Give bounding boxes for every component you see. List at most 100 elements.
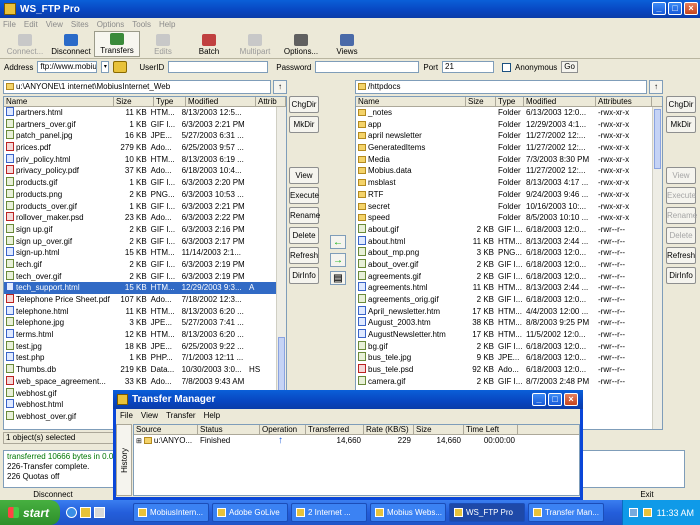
remote-refresh-button[interactable]: Refresh bbox=[666, 247, 696, 264]
remote-view-button[interactable]: View bbox=[666, 167, 696, 184]
local-file-row[interactable]: products_over.gif 1 KB GIF I... 6/3/2003 2:… bbox=[4, 200, 276, 213]
local-chgdir-button[interactable]: ChgDir bbox=[289, 96, 319, 113]
task-adobe-golive[interactable]: Adobe GoLive bbox=[212, 503, 288, 522]
task-ws-ftp-pro[interactable]: WS_FTP Pro bbox=[449, 503, 525, 522]
local-file-row[interactable]: patch_panel.jpg 16 KB JPE... 5/27/2003 6:31… bbox=[4, 130, 276, 142]
userid-input[interactable] bbox=[168, 61, 269, 73]
local-file-row[interactable]: test.php 1 KB PHP... 7/1/2003 12:11 ... bbox=[4, 352, 276, 364]
transfers-button[interactable]: Transfers bbox=[94, 31, 140, 57]
close-button[interactable]: × bbox=[684, 2, 698, 15]
remote-mkdir-button[interactable]: MkDir bbox=[666, 116, 696, 133]
remote-file-row[interactable]: Mobius.data Folder 11/27/2002 12:... -rwx-x… bbox=[356, 165, 652, 177]
dropdown-arrow-icon[interactable]: ▾ bbox=[101, 61, 110, 73]
remote-file-row[interactable]: GeneratedItems Folder 11/27/2002 12:... -rw… bbox=[356, 142, 652, 154]
remote-up-folder-icon[interactable]: ↑ bbox=[649, 80, 663, 94]
address-input[interactable]: ftp://www.mobiusi bbox=[37, 61, 98, 73]
transfer-manager-window[interactable]: Transfer Manager _ □ × File View Transfer H… bbox=[113, 390, 583, 500]
remote-header-attributes[interactable]: Attributes bbox=[596, 97, 652, 106]
local-header-name[interactable]: Name bbox=[4, 97, 114, 106]
expand-icon[interactable]: ⊞ bbox=[136, 438, 142, 445]
task-mobiusintern[interactable]: MobiusIntern... bbox=[133, 503, 209, 522]
local-dirinfo-button[interactable]: DirInfo bbox=[289, 267, 319, 284]
remote-file-row[interactable]: bg.gif 2 KB GIF I... 6/18/2003 12:0... -rwr-… bbox=[356, 340, 652, 353]
tm-header-size[interactable]: Size bbox=[414, 425, 464, 434]
exit-bottom-button[interactable]: Exit bbox=[597, 489, 697, 500]
remote-scroll-thumb[interactable] bbox=[654, 109, 661, 169]
port-input[interactable]: 21 bbox=[442, 61, 495, 73]
desktop-icon[interactable] bbox=[94, 507, 105, 518]
local-view-button[interactable]: View bbox=[289, 167, 319, 184]
local-file-row[interactable]: tech_over.gif 2 KB GIF I... 6/3/2003 2:19 P… bbox=[4, 270, 276, 283]
local-file-row[interactable]: sign up_over.gif 2 KB GIF I... 6/3/2003 2:1… bbox=[4, 235, 276, 248]
views-button[interactable]: Views bbox=[324, 31, 370, 57]
local-file-row[interactable]: tech_support.html 15 KB HTM... 12/29/2003 9… bbox=[4, 282, 276, 294]
remote-file-row[interactable]: _notes Folder 6/13/2003 12:0... -rwx-xr-x bbox=[356, 107, 652, 119]
task-transfer-man[interactable]: Transfer Man... bbox=[528, 503, 604, 522]
minimize-button[interactable]: _ bbox=[652, 2, 666, 15]
remote-file-row[interactable]: april newsletter Folder 11/27/2002 12:... -… bbox=[356, 130, 652, 142]
local-scroll-thumb[interactable] bbox=[278, 337, 285, 397]
edits-button[interactable]: Edits bbox=[140, 31, 186, 57]
remote-file-row[interactable]: agreements.gif 2 KB GIF I... 6/18/2003 12:0… bbox=[356, 270, 652, 283]
upload-arrow-icon[interactable]: → bbox=[330, 253, 346, 267]
menu-edit[interactable]: Edit bbox=[24, 20, 38, 29]
local-file-row[interactable]: sign-up.html 15 KB HTM... 11/14/2003 2:1... bbox=[4, 247, 276, 259]
local-file-row[interactable]: Telephone Price Sheet.pdf 107 KB Ado... 7/1… bbox=[4, 294, 276, 306]
remote-file-row[interactable]: bus_tele.jpg 9 KB JPE... 6/18/2003 12:0... -… bbox=[356, 352, 652, 364]
lock-icon[interactable] bbox=[113, 61, 128, 73]
download-arrow-icon[interactable]: ← bbox=[330, 235, 346, 249]
go-button[interactable]: Go bbox=[561, 61, 578, 73]
remote-file-row[interactable]: camera.gif 2 KB GIF I... 8/7/2003 2:48 PM -r… bbox=[356, 375, 652, 388]
local-header-modified[interactable]: Modified bbox=[186, 97, 256, 106]
remote-delete-button[interactable]: Delete bbox=[666, 227, 696, 244]
local-file-pane[interactable]: Name Size Type Modified Attrib partners.html… bbox=[3, 96, 287, 430]
remote-file-row[interactable]: msblast Folder 8/13/2003 4:17 ... -rwx-xr-x bbox=[356, 177, 652, 189]
remote-file-row[interactable]: agreements_orig.gif 2 KB GIF I... 6/18/2003… bbox=[356, 294, 652, 306]
tm-close-button[interactable]: × bbox=[564, 393, 578, 406]
menu-file[interactable]: File bbox=[3, 20, 16, 29]
menu-help[interactable]: Help bbox=[159, 20, 175, 29]
outlook-icon[interactable] bbox=[80, 507, 91, 518]
local-delete-button[interactable]: Delete bbox=[289, 227, 319, 244]
local-execute-button[interactable]: Execute bbox=[289, 187, 319, 204]
local-mkdir-button[interactable]: MkDir bbox=[289, 116, 319, 133]
local-refresh-button[interactable]: Refresh bbox=[289, 247, 319, 264]
start-button[interactable]: start bbox=[0, 500, 60, 525]
remote-header-size[interactable]: Size bbox=[466, 97, 496, 106]
options-button[interactable]: Options... bbox=[278, 31, 324, 57]
password-input[interactable] bbox=[315, 61, 420, 73]
local-file-row[interactable]: priv_policy.html 10 KB HTM... 8/13/2003 6:1… bbox=[4, 153, 276, 166]
transfer-list[interactable]: Source Status Operation Transferred Rate (KB… bbox=[133, 424, 580, 496]
tm-menu-file[interactable]: File bbox=[120, 411, 133, 420]
remote-file-row[interactable]: app Folder 12/29/2003 4:1... -rwx-xr-x bbox=[356, 119, 652, 131]
local-file-row[interactable]: telephone.jpg 3 KB JPE... 5/27/2003 7:41 ..… bbox=[4, 317, 276, 329]
menu-sites[interactable]: Sites bbox=[71, 20, 89, 29]
batch-button[interactable]: Batch bbox=[186, 31, 232, 57]
local-path-input[interactable]: u:\ANYONE\1 internet\MobiusInternet_Web bbox=[3, 80, 271, 94]
transfer-manager-title-bar[interactable]: Transfer Manager _ □ × bbox=[113, 390, 583, 409]
local-rename-button[interactable]: Rename bbox=[289, 207, 320, 224]
tm-header-status[interactable]: Status bbox=[198, 425, 260, 434]
remote-file-row[interactable]: agreements.html 11 KB HTM... 8/13/2003 2:44… bbox=[356, 282, 652, 294]
local-header-size[interactable]: Size bbox=[114, 97, 154, 106]
remote-file-row[interactable]: Media Folder 7/3/2003 8:30 PM -rwx-xr-x bbox=[356, 154, 652, 166]
remote-file-row[interactable]: bus_tele.psd 92 KB Ado... 6/18/2003 12:0...… bbox=[356, 364, 652, 376]
tm-maximize-button[interactable]: □ bbox=[548, 393, 562, 406]
local-file-row[interactable]: terms.html 12 KB HTM... 8/13/2003 6:20 ... bbox=[4, 329, 276, 341]
remote-path-input[interactable]: /httpdocs bbox=[355, 80, 647, 94]
multipart-button[interactable]: Multipart bbox=[232, 31, 278, 57]
local-file-row[interactable]: web_space_agreement... 33 KB Ado... 7/8/200… bbox=[4, 375, 276, 388]
remote-execute-button[interactable]: Execute bbox=[666, 187, 696, 204]
remote-rename-button[interactable]: Rename bbox=[666, 207, 697, 224]
remote-file-row[interactable]: about_over.gif 2 KB GIF I... 6/18/2003 12:0… bbox=[356, 258, 652, 271]
anonymous-checkbox[interactable] bbox=[502, 62, 512, 72]
remote-file-row[interactable]: AugustNewsletter.htm 17 KB HTM... 11/5/2002… bbox=[356, 329, 652, 341]
remote-file-row[interactable]: speed Folder 8/5/2003 10:10 ... -rwx-xr-x bbox=[356, 212, 652, 224]
tm-minimize-button[interactable]: _ bbox=[532, 393, 546, 406]
remote-file-row[interactable]: about.html 11 KB HTM... 8/13/2003 2:44 ... -… bbox=[356, 235, 652, 248]
task-2-internet[interactable]: 2 Internet ... bbox=[291, 503, 367, 522]
tm-menu-transfer[interactable]: Transfer bbox=[166, 411, 196, 420]
tm-header-source[interactable]: Source bbox=[134, 425, 198, 434]
local-file-row[interactable]: telephone.html 11 KB HTM... 8/13/2003 6:20 … bbox=[4, 305, 276, 318]
local-file-row[interactable]: privacy_policy.pdf 37 KB Ado... 6/18/2003 1… bbox=[4, 165, 276, 177]
